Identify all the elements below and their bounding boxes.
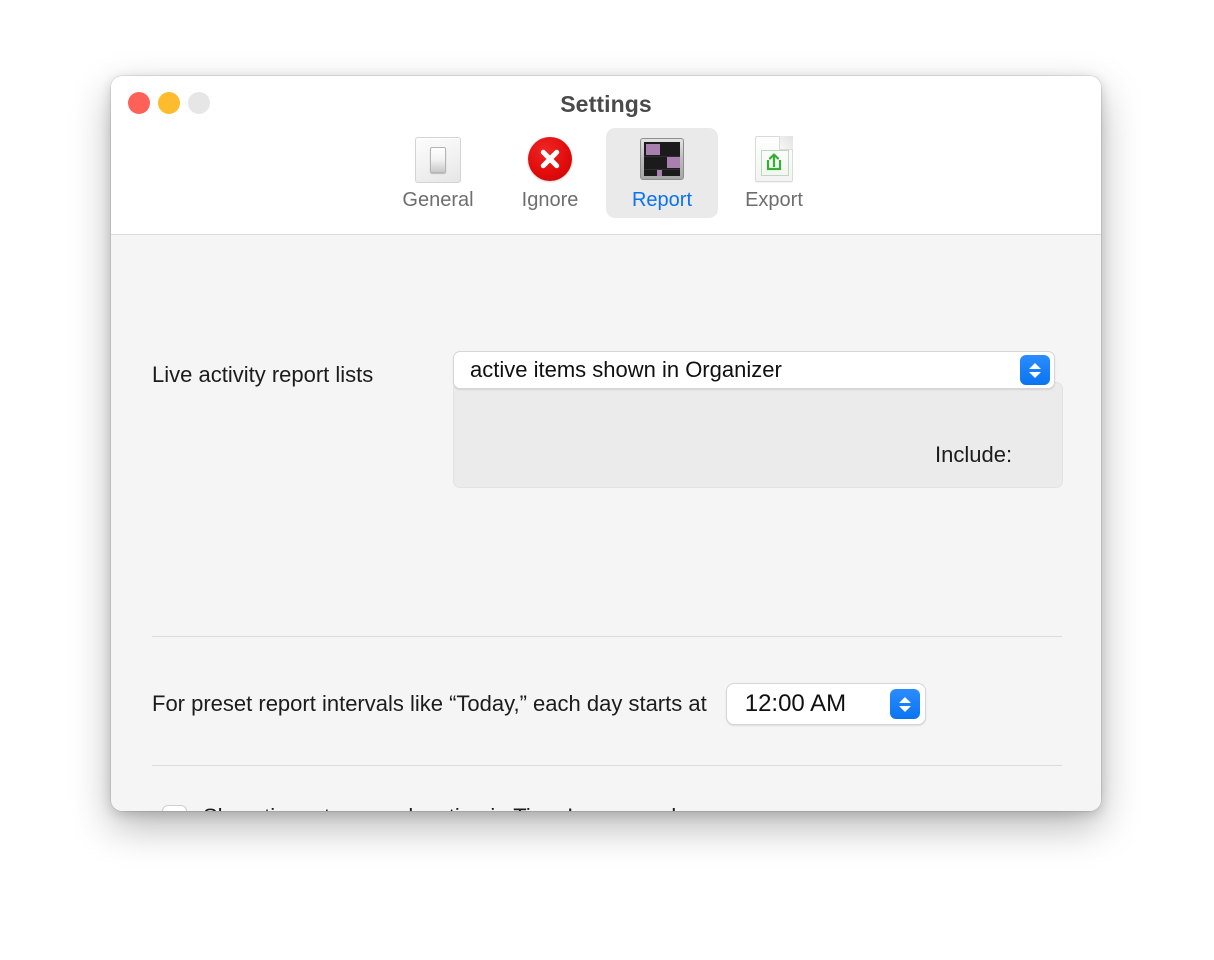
report-grid-icon: [638, 135, 686, 183]
document-share-icon: [750, 135, 798, 183]
toolbar-label-ignore: Ignore: [521, 189, 579, 211]
toolbar-item-export[interactable]: Export: [718, 128, 830, 218]
live-activity-label: Live activity report lists: [152, 362, 374, 387]
toolbar-item-ignore[interactable]: Ignore: [494, 128, 606, 218]
chevron-updown-icon[interactable]: [1020, 355, 1050, 385]
day-start-time-value: 12:00 AM: [744, 690, 847, 717]
include-label: Include:: [935, 442, 1013, 467]
preset-interval-section: For preset report intervals like “Today,…: [152, 683, 926, 725]
option-row-time-at-mouse[interactable]: Show time at mouse location in Time Laps…: [162, 804, 688, 811]
checkbox-show-time-at-mouse[interactable]: [162, 804, 187, 811]
options-list: Show time at mouse location in Time Laps…: [162, 804, 688, 811]
toolbar-label-report: Report: [631, 189, 693, 211]
option-label-time-at-mouse: Show time at mouse location in Time Laps…: [203, 804, 688, 811]
time-stepper-icon[interactable]: [889, 689, 920, 719]
day-start-time-field[interactable]: 12:00 AM: [725, 683, 926, 725]
settings-window: Settings General Ignore Report Export Li…: [111, 76, 1101, 811]
toolbar-item-general[interactable]: General: [382, 128, 494, 218]
red-x-circle-icon: [526, 135, 574, 183]
divider-bottom: [152, 765, 1062, 766]
toolbar-item-report[interactable]: Report: [606, 128, 718, 218]
live-activity-popup-button[interactable]: active items shown in Organizer: [453, 351, 1055, 389]
window-title: Settings: [560, 91, 652, 117]
include-group-box: Include: Apps Pools: [453, 382, 1063, 488]
toolbar: General Ignore Report Export: [111, 128, 1101, 218]
window-titlebar: Settings General Ignore Report Export: [111, 76, 1101, 235]
light-switch-icon: [414, 135, 462, 183]
toolbar-label-general: General: [402, 189, 474, 211]
settings-content: Live activity report lists Include: Apps…: [111, 235, 1101, 811]
live-activity-popup-value: active items shown in Organizer: [470, 357, 782, 382]
preset-interval-label: For preset report intervals like “Today,…: [152, 691, 707, 716]
toolbar-label-export: Export: [745, 189, 803, 211]
divider-top: [152, 636, 1062, 637]
